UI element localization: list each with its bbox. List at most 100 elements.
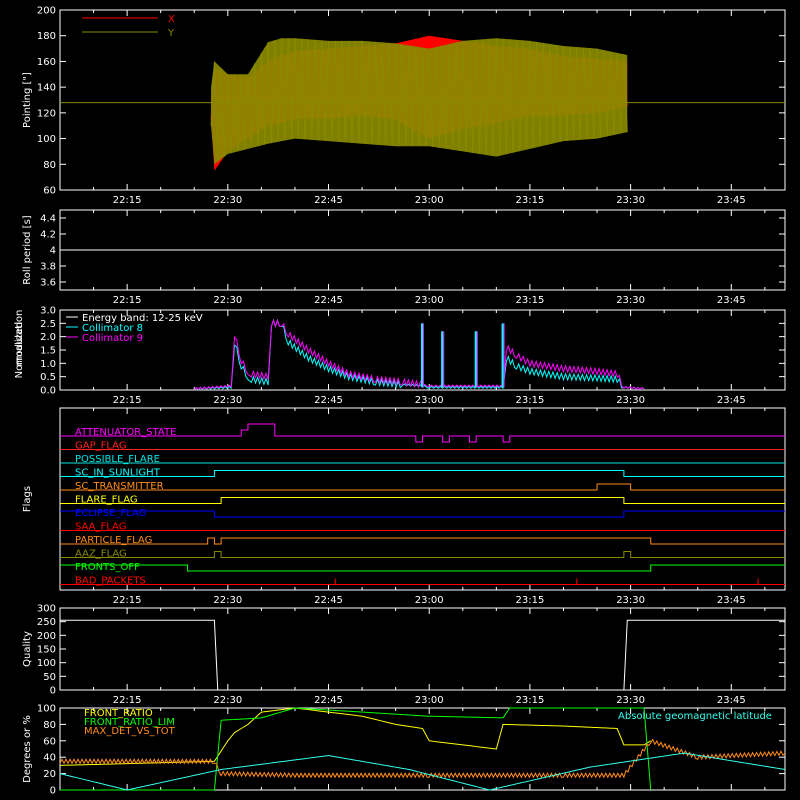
modulation-ylabel-line2: modulation <box>14 310 25 367</box>
degrees-ylabel: Degrees or % <box>22 715 33 783</box>
modulation-xtick-label: 23:15 <box>515 395 544 406</box>
flags-ylabel: Flags <box>22 486 33 512</box>
flags-xtick-label: 23:30 <box>616 595 645 606</box>
flag-particle-flag-label: PARTICLE_FLAG <box>75 535 152 546</box>
quality-xtick-label: 23:30 <box>616 695 645 706</box>
roll_period-ytick-label: 3.8 <box>40 262 56 273</box>
degrees-ytick-label: 20 <box>43 769 56 780</box>
quality-xtick-label: 23:15 <box>515 695 544 706</box>
quality-xtick-label: 22:45 <box>314 695 343 706</box>
pointing-ytick-label: 140 <box>37 83 56 94</box>
pointing-xtick-label: 23:00 <box>415 195 444 206</box>
modulation-ytick-label: 3.0 <box>40 306 56 317</box>
modulation-xtick-label: 22:45 <box>314 395 343 406</box>
degrees-ytick-label: 60 <box>43 736 56 747</box>
flag-gap-flag-label: GAP_FLAG <box>75 441 127 452</box>
quality-xtick-label: 22:30 <box>213 695 242 706</box>
flag-sc-in-sunlight-line <box>60 470 785 477</box>
flags-xtick-label: 22:15 <box>113 595 142 606</box>
flag-bad-packets-label: BAD_PACKETS <box>75 576 146 587</box>
degrees-legend-label: MAX_DET_VS_TOT <box>84 726 176 737</box>
modulation-ytick-label: 2.5 <box>40 319 56 330</box>
flag-fronts-off-label: FRONTS_OFF <box>75 562 140 573</box>
modulation-ytick-label: 1.0 <box>40 359 56 370</box>
roll_period-ylabel: Roll period [s] <box>22 215 33 284</box>
pointing-xtick-label: 22:45 <box>314 195 343 206</box>
quality-ytick-label: 50 <box>43 672 56 683</box>
quality-xtick-label: 23:45 <box>717 695 746 706</box>
pointing-xtick-label: 23:45 <box>717 195 746 206</box>
degrees-ytick-label: 40 <box>43 753 56 764</box>
roll_period-xtick-label: 22:30 <box>213 295 242 306</box>
degrees-max-det-vs-tot-line <box>59 738 786 779</box>
modulation-xtick-label: 22:30 <box>213 395 242 406</box>
roll_period-ytick-label: 3.6 <box>40 278 56 289</box>
degrees-latitude-label: Absolute geomagnetic latitude <box>618 711 772 722</box>
quality-xtick-label: 23:00 <box>415 695 444 706</box>
flag-aaz-flag-line <box>60 551 785 558</box>
roll_period-ytick-label: 4.2 <box>40 230 56 241</box>
modulation-ylabel: Normalizedmodulation <box>14 310 25 379</box>
pointing-ytick-label: 200 <box>37 6 56 17</box>
degrees-ytick-label: 80 <box>43 720 56 731</box>
quality-ytick-label: 200 <box>37 631 56 642</box>
pointing-xtick-label: 22:15 <box>113 195 142 206</box>
flags-xtick-label: 23:15 <box>515 595 544 606</box>
quality-ytick-label: 300 <box>37 604 56 615</box>
modulation-ytick-label: 2.0 <box>40 332 56 343</box>
roll_period-ytick-label: 4 <box>50 246 56 257</box>
pointing-ytick-label: 60 <box>43 186 56 197</box>
modulation-xtick-label: 22:15 <box>113 395 142 406</box>
flags-xtick-label: 23:00 <box>415 595 444 606</box>
pointing-xtick-label: 23:15 <box>515 195 544 206</box>
flags-xtick-label: 23:45 <box>717 595 746 606</box>
flag-saa-flag-label: SAA_FLAG <box>75 522 126 533</box>
pointing-ylabel: Pointing ["] <box>22 72 33 128</box>
roll_period-xtick-label: 22:15 <box>113 295 142 306</box>
degrees-absolute-geomagnetic-latitude-line <box>59 752 786 791</box>
flags-xtick-label: 22:30 <box>213 595 242 606</box>
flag-sc-in-sunlight-label: SC_IN_SUNLIGHT <box>75 468 161 479</box>
roll_period-xtick-label: 23:15 <box>515 295 544 306</box>
quality-ytick-label: 100 <box>37 658 56 669</box>
flag-sc-transmitter-label: SC_TRANSMITTER <box>75 481 164 492</box>
modulation-ytick-label: 0.5 <box>40 372 56 383</box>
degrees-ytick-label: 0 <box>50 786 56 797</box>
flag-eclipse-flag-label: ECLIPSE_FLAG <box>75 508 146 519</box>
flag-fronts-off-line <box>60 564 785 572</box>
pointing-ytick-label: 160 <box>37 57 56 68</box>
modulation-xtick-label: 23:30 <box>616 395 645 406</box>
chart-figure: 22:15 22:30 22:45 23:00 23:15 23:30 23:45 60 80 1… <box>14 6 786 797</box>
pointing-xtick-label: 23:30 <box>616 195 645 206</box>
legend-label-y: Y <box>167 28 175 39</box>
roll_period-xtick-label: 23:30 <box>616 295 645 306</box>
flag-aaz-flag-label: AAZ_FLAG <box>75 549 127 560</box>
modulation-xtick-label: 23:45 <box>717 395 746 406</box>
roll_period-xtick-label: 22:45 <box>314 295 343 306</box>
quality-xtick-label: 22:15 <box>113 695 142 706</box>
flag-flare-flag-line <box>60 497 785 504</box>
flag-sc-transmitter-line <box>60 483 785 491</box>
quality-line <box>60 619 785 691</box>
quality-ylabel: Quality <box>22 631 33 667</box>
flags-xtick-label: 22:45 <box>314 595 343 606</box>
flag-flare-flag-label: FLARE_FLAG <box>75 495 138 506</box>
pointing-xtick-label: 22:30 <box>213 195 242 206</box>
pointing-ytick-label: 80 <box>43 160 56 171</box>
quality-ytick-label: 0 <box>50 686 56 697</box>
modulation-collimator-8-line <box>193 318 645 391</box>
roll_period-xtick-label: 23:00 <box>415 295 444 306</box>
roll_period-ytick-label: 4.4 <box>40 214 56 225</box>
legend-label-x: X <box>168 14 175 25</box>
flag-particle-flag-line <box>60 537 785 545</box>
flag-possible-flare-label: POSSIBLE_FLARE <box>75 454 160 465</box>
pointing-ytick-label: 100 <box>37 134 56 145</box>
flag-eclipse-flag-line <box>60 510 785 518</box>
roll_period-xtick-label: 23:45 <box>717 295 746 306</box>
quality-ytick-label: 250 <box>37 617 56 628</box>
modulation-legend-label: Collimator 9 <box>82 333 143 344</box>
modulation-xtick-label: 23:00 <box>415 395 444 406</box>
modulation-ytick-label: 0.0 <box>40 386 56 397</box>
flag-attenuator-state-label: ATTENUATOR_STATE <box>75 427 176 438</box>
quality-ytick-label: 150 <box>37 645 56 656</box>
